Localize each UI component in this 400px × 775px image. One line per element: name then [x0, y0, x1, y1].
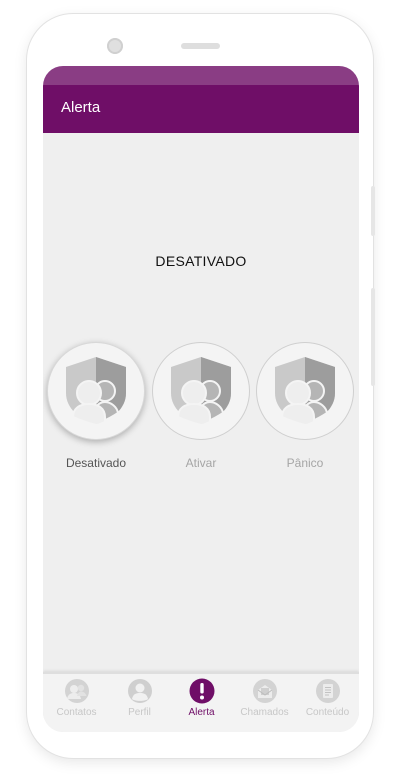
app-bar: Alerta	[43, 85, 359, 133]
contacts-icon	[64, 679, 89, 703]
shield-people-icon	[171, 357, 231, 427]
deactivated-button[interactable]: Desativado	[47, 342, 145, 470]
panic-label: Pânico	[286, 456, 324, 470]
content-icon	[315, 679, 340, 703]
earpiece-speaker	[181, 43, 220, 49]
side-button-bottom	[371, 288, 375, 386]
activate-circle	[152, 342, 250, 440]
deactivated-label: Desativado	[65, 456, 127, 470]
nav-item-contacts[interactable]: Contatos	[45, 678, 108, 718]
nav-item-content[interactable]: Conteúdo	[296, 678, 359, 718]
app-screen: Alerta DESATIVADO Desativado Ativar Pâni…	[43, 66, 359, 732]
deactivated-circle	[47, 342, 145, 440]
activate-label: Ativar	[185, 456, 217, 470]
panic-circle	[256, 342, 354, 440]
bottom-navigation: Contatos Perfil Alerta Chamados Conteúdo	[43, 672, 359, 732]
nav-item-profile[interactable]: Perfil	[108, 678, 171, 718]
panic-button[interactable]: Pânico	[256, 342, 354, 470]
nav-label-contacts: Contatos	[56, 707, 97, 718]
nav-label-calls: Chamados	[240, 707, 289, 718]
page-title: Alerta	[61, 99, 101, 116]
front-camera	[107, 38, 123, 54]
status-bar	[43, 66, 359, 85]
profile-icon	[127, 679, 152, 703]
calls-icon	[252, 679, 277, 703]
alert-state-label: DESATIVADO	[155, 253, 247, 269]
nav-item-alert[interactable]: Alerta	[170, 678, 233, 718]
side-button-top	[371, 186, 375, 236]
nav-label-profile: Perfil	[128, 707, 151, 718]
nav-label-content: Conteúdo	[305, 707, 350, 718]
activate-button[interactable]: Ativar	[152, 342, 250, 470]
nav-item-calls[interactable]: Chamados	[233, 678, 296, 718]
nav-label-alert: Alerta	[188, 707, 215, 718]
shield-people-icon	[66, 357, 126, 427]
shield-people-icon	[275, 357, 335, 427]
alert-icon	[189, 678, 214, 704]
